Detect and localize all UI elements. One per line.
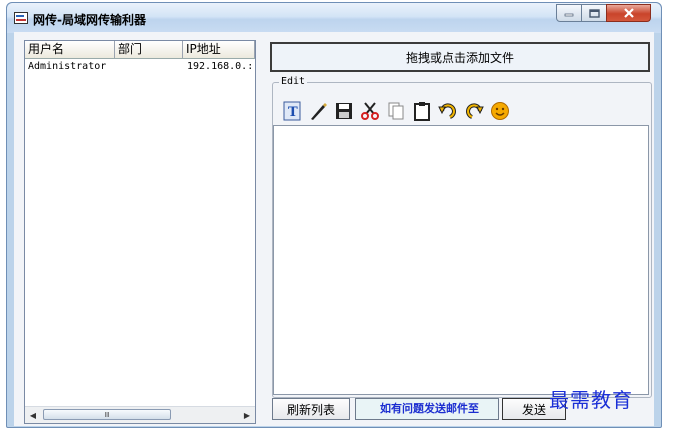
- text-font-icon[interactable]: T: [281, 100, 303, 122]
- editor-toolbar: T: [281, 97, 511, 125]
- svg-text:T: T: [288, 105, 298, 120]
- copy-icon[interactable]: [385, 100, 407, 122]
- column-header-username[interactable]: 用户名: [25, 41, 115, 58]
- user-list-header: 用户名 部门 IP地址: [25, 41, 255, 59]
- message-editor[interactable]: [273, 125, 649, 395]
- scroll-thumb[interactable]: Ⅲ: [43, 409, 171, 420]
- edit-group: Edit T: [272, 76, 652, 398]
- grip-icon: Ⅲ: [104, 410, 110, 419]
- save-disk-icon[interactable]: [333, 100, 355, 122]
- edit-group-label: Edit: [279, 76, 308, 87]
- cut-scissors-icon[interactable]: [359, 100, 381, 122]
- close-icon: [623, 8, 634, 18]
- minimize-icon: [564, 13, 574, 17]
- close-button[interactable]: [606, 4, 651, 22]
- scroll-left-arrow-icon[interactable]: ◀: [25, 407, 41, 423]
- paste-icon[interactable]: [411, 100, 433, 122]
- refresh-list-button[interactable]: 刷新列表: [272, 398, 350, 420]
- window-title: 网传-局域网传输利器: [33, 13, 146, 27]
- user-row-username: Administrator: [28, 61, 107, 72]
- title-bar[interactable]: 网传-局域网传输利器: [7, 3, 661, 33]
- drop-zone-button[interactable]: 拖拽或点击添加文件: [270, 42, 650, 72]
- watermark-text: 最需教育: [549, 388, 633, 412]
- horizontal-scrollbar[interactable]: ◀ Ⅲ ▶: [25, 406, 255, 423]
- user-list[interactable]: 用户名 部门 IP地址 Administrator 192.168.0.: ◀ …: [24, 40, 256, 424]
- emoji-smiley-icon[interactable]: [489, 100, 511, 122]
- maximize-icon: [588, 8, 600, 18]
- app-icon: [14, 12, 28, 24]
- user-row[interactable]: Administrator 192.168.0.:: [25, 61, 255, 75]
- maximize-button[interactable]: [581, 4, 607, 22]
- column-header-department[interactable]: 部门: [115, 41, 183, 58]
- column-header-ip[interactable]: IP地址: [183, 41, 255, 58]
- user-row-ip: 192.168.0.:: [187, 61, 254, 72]
- pen-icon[interactable]: [307, 100, 329, 122]
- help-email-link[interactable]: 如有问题发送邮件至: [355, 398, 499, 420]
- scroll-right-arrow-icon[interactable]: ▶: [239, 407, 255, 423]
- redo-icon[interactable]: [463, 100, 485, 122]
- undo-icon[interactable]: [437, 100, 459, 122]
- minimize-button[interactable]: [556, 4, 582, 22]
- client-area: 用户名 部门 IP地址 Administrator 192.168.0.: ◀ …: [14, 32, 654, 426]
